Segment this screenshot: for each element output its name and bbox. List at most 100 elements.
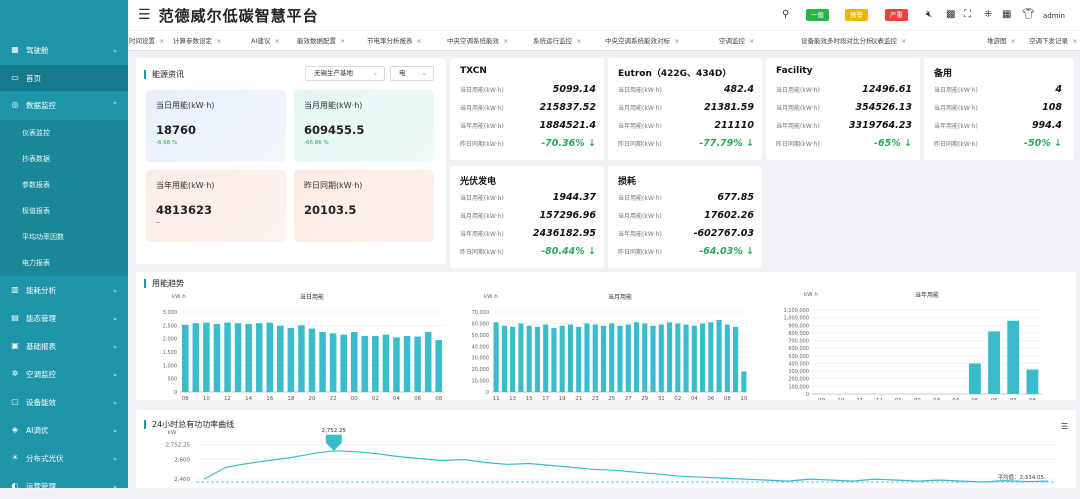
energy-trend-panel: 用能趋势 当日用能 kW·h 0 500 1,000 1,500 2,000 2,500 3,0… (136, 272, 1076, 400)
close-icon[interactable]: × (1011, 37, 1016, 45)
alarm-badge-normal[interactable]: 一般 (806, 9, 829, 21)
layout-icon[interactable]: ▦ (1002, 9, 1011, 20)
close-icon[interactable]: × (216, 37, 221, 45)
qrcode-icon[interactable]: ▩ (946, 9, 955, 20)
series-line (203, 450, 1049, 483)
search-icon[interactable]: ⚲ (782, 9, 789, 20)
meter-card-row: 当年用能(kW·h) 1884521.4 (460, 120, 596, 131)
sidebar-subitem-extreme-report[interactable]: 极值报表 (0, 198, 128, 224)
x-tick-label: 08 (1029, 398, 1036, 400)
sidebar-item-device-efficiency[interactable]: ▢ 设备能效 ⌄ (0, 389, 128, 415)
y-tick-label: 200,000 (788, 377, 809, 383)
sidebar-subitem-power-factor[interactable]: 平均功率因数 (0, 224, 128, 250)
alarm-badge-severe[interactable]: 严重 (885, 9, 908, 21)
sidebar-subitem-param-report[interactable]: 参数报表 (0, 172, 128, 198)
meter-card-title: 备用 (934, 69, 953, 79)
x-tick-label: 07 (1010, 398, 1017, 400)
tab-item[interactable]: 时间设置 × (128, 34, 167, 48)
sidebar-item-home[interactable]: ▭ 首页 (0, 65, 128, 91)
sidebar-item-label: 能态管理 (26, 313, 56, 323)
bar (203, 322, 210, 392)
menu-toggle-icon[interactable]: ☰ (138, 7, 151, 23)
meter-card: Facility 当日用能(kW·h) 12496.61 当月用能(kW·h) 3545… (766, 58, 920, 160)
row-value: 677.85 (717, 192, 754, 203)
row-label: 当日用能(kW·h) (618, 87, 662, 94)
close-icon[interactable]: × (674, 37, 679, 45)
tab-item[interactable]: 堆游图 × (984, 34, 1019, 48)
x-tick-label: 17 (542, 396, 549, 400)
close-icon[interactable]: × (576, 37, 581, 45)
sidebar-item-energy-state[interactable]: ▤ 能态管理 ⌄ (0, 305, 128, 331)
row-label: 当日用能(kW·h) (776, 87, 820, 94)
sidebar-item-energy-analysis[interactable]: ▥ 能耗分析 ⌄ (0, 277, 128, 303)
close-icon[interactable]: × (901, 37, 906, 45)
max-label: 2,752.25 (322, 428, 347, 434)
sidebar-subitem-label: 平均功率因数 (22, 233, 64, 241)
x-tick-label: 06 (707, 396, 714, 400)
bar (551, 328, 557, 392)
tab-item[interactable]: 系统运行监控 × (530, 34, 584, 48)
alarm-badge-warning[interactable]: 预警 (845, 9, 868, 21)
card-change: -- (156, 220, 160, 226)
row-value: -602767.03 (693, 228, 754, 239)
sidebar-item-base-report[interactable]: ▣ 基础报表 ⌄ (0, 333, 128, 359)
tab-item[interactable]: 空调监控 × (716, 34, 757, 48)
meter-card-title: 光伏发电 (460, 177, 497, 187)
x-tick-label: 10 (740, 396, 747, 400)
sidebar-subitem-power-report[interactable]: 电力报表 (0, 250, 128, 276)
y-axis-label: kW·h (484, 294, 498, 300)
bar (1026, 369, 1039, 394)
theme-shirt-icon[interactable]: 👕︎ (1022, 9, 1035, 20)
sidebar-item-operations[interactable]: ◐ 运营管理 ⌄ (0, 473, 128, 499)
close-icon[interactable]: × (749, 37, 754, 45)
user-name[interactable]: admin (1043, 12, 1065, 20)
bar (382, 334, 390, 392)
site-select[interactable]: 无锡生产基地 ⌄ (305, 66, 385, 81)
sidebar-item-solar[interactable]: ☀ 分布式光伏 ⌄ (0, 445, 128, 471)
bar (501, 325, 507, 392)
close-icon[interactable]: × (1072, 37, 1077, 45)
tab-item[interactable]: 节电率分析报表 × (364, 34, 425, 48)
row-value: -77.79% ↓ (699, 138, 754, 149)
apps-icon[interactable]: ⁜ (984, 9, 992, 20)
x-tick-label: 14 (245, 396, 252, 400)
top-header: ☰ 范德威尔低碳智慧平台 (128, 0, 1080, 30)
yesterday-energy-card: 昨日同期(kW·h) 20103.5 (294, 170, 434, 242)
close-icon[interactable]: × (159, 37, 164, 45)
close-icon[interactable]: × (503, 37, 508, 45)
row-label: 当年用能(kW·h) (934, 123, 978, 130)
average-label: 平均值：2,334.05 (998, 473, 1045, 481)
energy-type-select[interactable]: 电 ⌄ (390, 66, 434, 81)
mute-icon[interactable]: 🔇︎ (926, 9, 932, 20)
bar (298, 325, 305, 392)
close-icon[interactable]: × (340, 37, 345, 45)
x-tick-label: 05 (971, 398, 978, 400)
tab-label: 设备能效多时段对比分析 (801, 37, 873, 45)
y-tick-label: 70,000 (472, 310, 490, 316)
row-label: 昨日同期(kW·h) (618, 141, 662, 148)
tab-item[interactable]: AI建议 × (248, 34, 283, 48)
row-label: 当月用能(kW·h) (618, 213, 662, 220)
tab-item[interactable]: 空调下发记录 × (1026, 34, 1080, 48)
y-tick-label: 2,500 (163, 323, 177, 329)
tab-item[interactable]: 计算参数设定 × (170, 34, 224, 48)
sidebar-subitem-meter-reading[interactable]: 抄表数据 (0, 146, 128, 172)
close-icon[interactable]: × (417, 37, 422, 45)
sidebar-item-cockpit[interactable]: ▦ 驾驶舱 ⌄ (0, 37, 128, 63)
chevron-down-icon: ⌄ (421, 69, 427, 77)
tab-item[interactable]: 中央空调系统能效对标 × (602, 34, 682, 48)
tab-item[interactable]: 中央空调系统能效 × (444, 34, 511, 48)
sidebar-item-ai-tuning[interactable]: ◈ AI调优 ⌄ (0, 417, 128, 443)
close-icon[interactable]: × (274, 37, 279, 45)
y-tick-label: 2,600 (174, 458, 190, 464)
x-tick-label: 27 (625, 396, 632, 400)
tab-item[interactable]: 能效数据配置 × (294, 34, 348, 48)
row-value: 482.4 (723, 84, 754, 95)
fullscreen-icon[interactable]: ⛶ (964, 9, 971, 20)
sidebar-item-data-monitor[interactable]: ◎ 数据监控 ⌃ (0, 92, 128, 118)
tab-item[interactable]: 仪表监控 × (868, 34, 909, 48)
sidebar-subitem-meter-monitor[interactable]: 仪表监控 (0, 120, 128, 146)
sidebar-item-ac-monitor[interactable]: ✲ 空调监控 ⌄ (0, 361, 128, 387)
bar (526, 325, 532, 392)
sidebar-item-label: 运营管理 (26, 481, 56, 491)
